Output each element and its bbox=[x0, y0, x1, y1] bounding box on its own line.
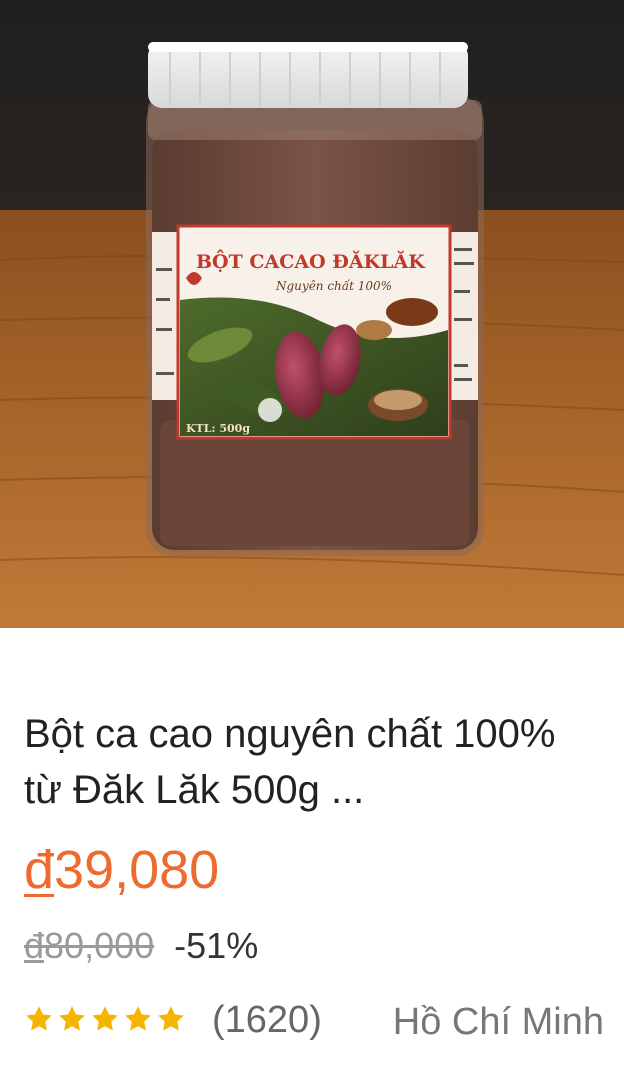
star-icon bbox=[59, 1006, 85, 1031]
star-icon bbox=[26, 1006, 52, 1031]
product-price: đ39,080 bbox=[24, 838, 219, 902]
rating-row: (1620) Hồ Chí Minh bbox=[24, 990, 604, 1050]
star-icon bbox=[125, 1006, 151, 1031]
product-title[interactable]: Bột ca cao nguyên chất 100% từ Đăk Lăk 5… bbox=[24, 706, 604, 818]
price-currency: đ bbox=[24, 840, 55, 900]
star-icon bbox=[158, 1006, 184, 1031]
price-value: 39,080 bbox=[54, 840, 220, 900]
product-info: Bột ca cao nguyên chất 100% từ Đăk Lăk 5… bbox=[0, 628, 624, 1080]
seller-location: Hồ Chí Minh bbox=[392, 1001, 604, 1043]
jar-label-subtitle: Nguyên chất 100% bbox=[275, 278, 392, 293]
discount-badge: -51% bbox=[174, 925, 259, 966]
product-image[interactable]: BỘT CACAO ĐĂKLĂK Nguyên chất 100% KTL: 5… bbox=[0, 0, 624, 628]
original-price: đ80,000 bbox=[24, 925, 154, 966]
product-card[interactable]: BỘT CACAO ĐĂKLĂK Nguyên chất 100% KTL: 5… bbox=[0, 0, 624, 1080]
star-rating bbox=[24, 1004, 186, 1034]
original-price-value: 80,000 bbox=[44, 925, 155, 966]
star-icon bbox=[92, 1006, 118, 1031]
original-price-row: đ80,000 -51% bbox=[24, 924, 258, 968]
jar-label-weight: KTL: 500g bbox=[186, 422, 250, 435]
jar-label-title: BỘT CACAO ĐĂKLĂK bbox=[196, 249, 426, 273]
original-price-currency: đ bbox=[24, 925, 45, 966]
review-count: (1620) bbox=[212, 999, 322, 1041]
